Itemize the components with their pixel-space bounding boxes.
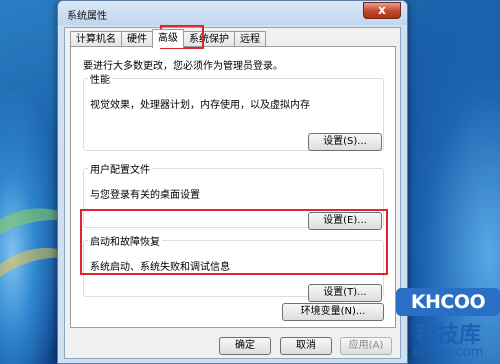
watermark-badge: KHCOO xyxy=(396,288,500,316)
tab-hardware[interactable]: 硬件 xyxy=(121,31,153,47)
advanced-tab-panel: 要进行大多数更改，您必须作为管理员登录。 性能 视觉效果，处理器计划，内存使用，… xyxy=(70,46,396,328)
performance-group: 性能 视觉效果，处理器计划，内存使用，以及虚拟内存 设置(S)... xyxy=(83,71,384,151)
admin-note: 要进行大多数更改，您必须作为管理员登录。 xyxy=(83,61,283,72)
user-profiles-title: 用户配置文件 xyxy=(90,165,150,176)
ok-button[interactable]: 确定 xyxy=(219,337,271,355)
startup-recovery-highlight xyxy=(80,209,388,275)
user-profiles-description: 与您登录有关的桌面设置 xyxy=(90,190,200,201)
close-icon: x xyxy=(378,3,386,17)
environment-variables-button[interactable]: 环境变量(N)... xyxy=(282,303,384,321)
tab-advanced[interactable]: 高级 xyxy=(152,29,184,48)
tab-remote[interactable]: 远程 xyxy=(234,31,266,47)
tab-computer-name[interactable]: 计算机名 xyxy=(70,31,122,47)
performance-settings-button[interactable]: 设置(S)... xyxy=(308,133,382,151)
title-bar[interactable]: 系统属性 x xyxy=(58,1,407,25)
system-properties-window: 系统属性 x 计算机名 硬件 高级 系统保护 远程 要进行大多数更改，您必须作为… xyxy=(57,0,408,364)
performance-title: 性能 xyxy=(90,75,110,86)
tab-strip: 计算机名 硬件 高级 系统保护 远程 xyxy=(70,29,266,48)
watermark-url: khcoo.com xyxy=(412,345,484,360)
window-title: 系统属性 xyxy=(67,11,107,22)
apply-button[interactable]: 应用(A) xyxy=(340,337,392,355)
startup-recovery-settings-button[interactable]: 设置(T)... xyxy=(308,284,382,302)
close-button[interactable]: x xyxy=(363,2,401,19)
cancel-button[interactable]: 取消 xyxy=(280,337,332,355)
performance-description: 视觉效果，处理器计划，内存使用，以及虚拟内存 xyxy=(90,100,310,111)
watermark-logo: KHCOO 科技库 khcoo.com xyxy=(396,288,500,364)
dialog-client-area: 计算机名 硬件 高级 系统保护 远程 要进行大多数更改，您必须作为管理员登录。 … xyxy=(64,27,401,359)
